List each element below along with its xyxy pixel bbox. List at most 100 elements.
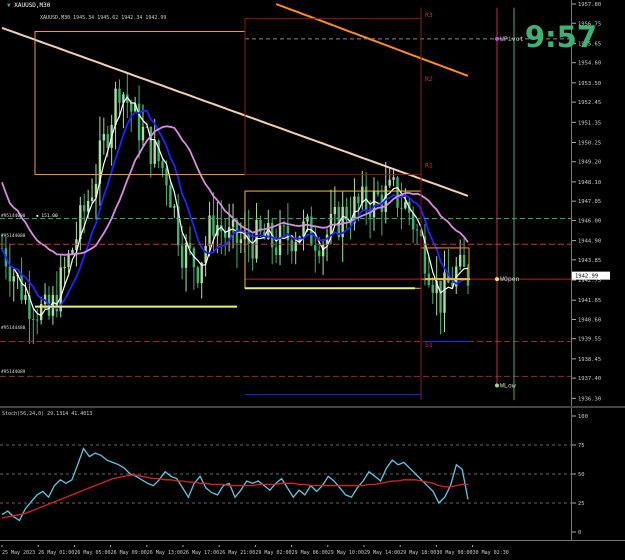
candle-body [333, 207, 337, 214]
candle-body [180, 245, 184, 268]
stochastic-pane[interactable] [0, 408, 571, 540]
candle-body [317, 250, 321, 257]
order-tag-label: ▪ 151.00 [36, 213, 58, 219]
candle-body [415, 229, 419, 231]
candle-body [458, 254, 462, 267]
level-label: R3 [425, 11, 433, 19]
candle-body [251, 243, 254, 259]
level-label: WOpen [500, 275, 520, 283]
price-tick-label: 1957.80 [578, 2, 601, 8]
candle-body [165, 168, 168, 186]
price-tick-label: 1950.25 [578, 140, 601, 146]
candle-body [208, 215, 211, 246]
stoch-tick-label: 25 [578, 501, 585, 507]
candle-body [282, 225, 286, 227]
candle-body [32, 318, 35, 320]
candle-body [20, 274, 23, 300]
price-tick-label: 1941.65 [578, 298, 601, 304]
candle-body [286, 226, 290, 241]
candle-body [130, 102, 133, 112]
moving-average-cream [1, 26, 469, 197]
candle-body [302, 221, 305, 237]
price-tick-label: 1937.40 [578, 376, 601, 382]
candle-body [8, 266, 12, 282]
candle-body [141, 126, 145, 141]
candle-body [274, 247, 278, 256]
level-label: WPivot [500, 35, 524, 43]
price-chart-svg[interactable]: WPivot WOpen WLow R3 R2 R1 S1 #95144090 #951440… [0, 0, 571, 406]
candle-body [196, 267, 199, 284]
candle-body [63, 267, 66, 269]
candle-body [231, 219, 235, 228]
level-label: S1 [425, 341, 433, 349]
current-price-label: 1942.99 [575, 274, 598, 280]
candle-body [357, 196, 360, 204]
price-tick-label: 1953.50 [578, 81, 601, 87]
wopen-dot [495, 277, 499, 282]
level-label: R1 [425, 161, 433, 169]
order-ticket-label: #95144090 [1, 213, 26, 219]
price-axis[interactable]: 1957.80 1956.75 1955.65 1954.60 1953.50 1952.… [571, 0, 625, 406]
stoch-tick-label: 75 [578, 443, 585, 449]
candle-body [400, 207, 403, 209]
candle-body [90, 197, 94, 202]
candle-body [314, 245, 317, 251]
candle-body [51, 295, 55, 316]
candle-body [71, 249, 74, 254]
candle-body [83, 205, 86, 212]
price-tick-label: 1951.35 [578, 120, 601, 126]
chart-title: ▼ XAUUSD,M30 [7, 2, 50, 9]
candle-body [431, 284, 434, 293]
chart-title-text: XAUUSD,M30 [14, 2, 51, 9]
candle-body [294, 242, 297, 252]
candle-body [36, 319, 39, 321]
candle-body [12, 276, 15, 282]
stochastic-title: Stoch(56,24,0) 29.1314 41.4013 [2, 411, 93, 417]
time-axis: 25 May 2023 26 May 01:00 26 May 05:00 26 Ma… [0, 540, 625, 556]
price-tick-label: 1946.00 [578, 218, 601, 224]
candle-body [102, 134, 106, 141]
candle-body [411, 212, 415, 230]
price-tick-label: 1943.85 [578, 258, 601, 264]
wlow-dot [495, 383, 499, 388]
moving-average-orange [275, 3, 469, 77]
stoch-tick-label: 50 [578, 472, 585, 478]
candle-body [86, 201, 90, 212]
stochastic-axis-svg: 100 75 50 25 0 [572, 414, 588, 536]
candle-body [372, 190, 376, 218]
price-tick-label: 1952.45 [578, 100, 601, 106]
price-axis-svg: 1957.801956.751955.651954.601953.501952.… [572, 2, 610, 402]
price-tick-label: 1944.90 [578, 239, 601, 245]
candle-body [439, 280, 442, 313]
candle-body [278, 225, 282, 256]
candle-timer-clock: 9:57 [524, 20, 597, 54]
order-ticket-label: #95144089 [1, 369, 26, 375]
candle-body [361, 186, 364, 204]
candle-body [118, 88, 121, 103]
price-tick-label: 1938.45 [578, 357, 601, 363]
price-tick-label: 1936.30 [578, 396, 601, 402]
candle-body [462, 254, 466, 267]
level-label: WLow [500, 381, 516, 389]
chart-symbol-icon: ▼ [7, 2, 11, 9]
candle-body [173, 206, 176, 208]
order-ticket-label: #95144480 [1, 325, 26, 331]
candle-body [161, 161, 164, 169]
stochastic-axis: 100 75 50 25 0 [571, 408, 625, 540]
price-tick-label: 1940.60 [578, 317, 601, 323]
order-ticket-label: #95144088 [1, 233, 26, 239]
candle-body [290, 240, 293, 252]
candle-body [106, 134, 109, 148]
candle-body [239, 239, 243, 244]
range-box [244, 18, 422, 176]
candle-body [114, 88, 117, 125]
stoch-tick-label: 100 [578, 414, 588, 420]
price-chart-pane[interactable]: WPivot WOpen WLow R3 R2 R1 S1 #95144090 #951440… [0, 0, 571, 406]
candle-body [153, 140, 156, 164]
candle-body [184, 242, 188, 268]
price-tick-label: 1948.10 [578, 180, 601, 186]
candle-body [396, 177, 399, 208]
stoch-series-main [1, 447, 469, 522]
candle-body [24, 295, 27, 300]
price-tick-label: 1949.20 [578, 160, 601, 166]
